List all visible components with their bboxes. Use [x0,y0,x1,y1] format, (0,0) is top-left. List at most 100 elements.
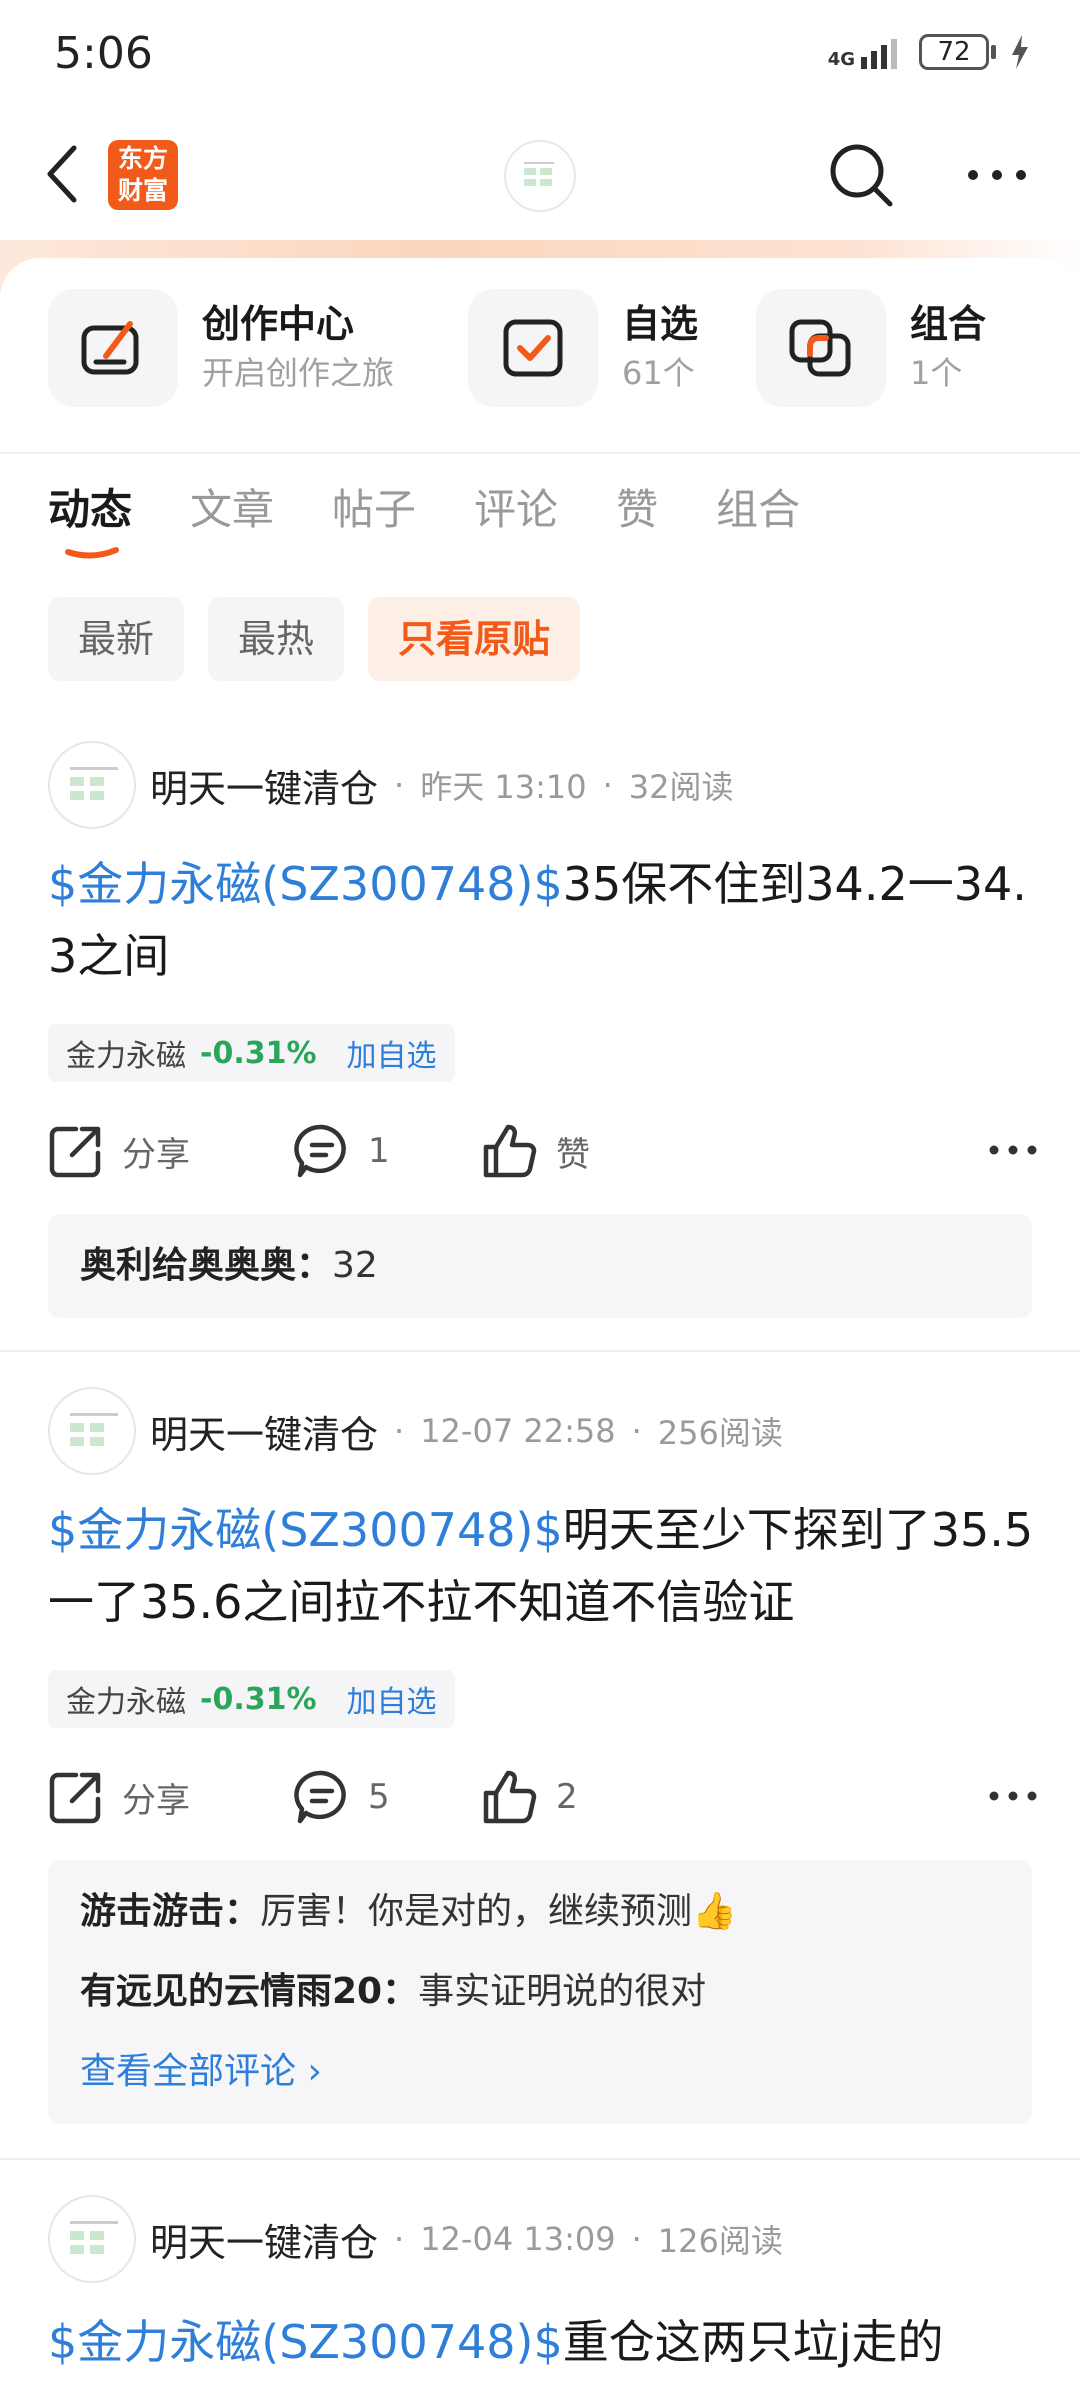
more-horizontal-icon [968,170,1026,180]
author-avatar[interactable] [48,1387,136,1475]
comment-count: 1 [368,1131,390,1171]
status-bar: 5:06 4G 72 [0,0,1080,110]
stock-tag[interactable]: 金力永磁 -0.31% 加自选 [48,1670,455,1728]
post-content[interactable]: $金力永磁(SZ300748)$35保不住到34.2一34.3之间 [48,848,1038,992]
share-label: 分享 [122,1780,190,1821]
filter-original-only[interactable]: 只看原贴 [368,597,581,681]
avatar-thumbnail-icon [524,162,554,186]
comment-preview[interactable]: 游击游击：厉害！你是对的，继续预测👍 有远见的云情雨20：事实证明说的很对 查看… [48,1860,1032,2124]
tab-posts[interactable]: 帖子 [332,480,416,560]
post-more-icon[interactable] [988,1788,1038,1804]
back-arrow-icon [47,145,77,203]
author-name[interactable]: 明天一键清仓 [150,758,378,813]
comment-user[interactable]: 有远见的云情雨20： [80,1971,418,2012]
filter-latest[interactable]: 最新 [48,597,185,681]
meta-separator: · [602,766,613,804]
comment-text: 厉害！你是对的，继续预测👍 [260,1891,737,1932]
share-button[interactable]: 分享 [48,1762,190,1832]
post-actions: 分享 1 赞 [48,1116,1038,1186]
portfolio-card[interactable]: 组合 1个 [756,288,986,408]
comment-text: 事实证明说的很对 [418,1971,707,2012]
search-icon [830,144,893,207]
view-all-comments-link[interactable]: 查看全部评论 › [80,2032,1000,2112]
user-avatar[interactable] [504,140,576,212]
like-count: 2 [556,1777,578,1817]
tab-dynamics[interactable]: 动态 [48,480,132,560]
tab-articles[interactable]: 文章 [190,480,274,560]
logo-line-2: 财富 [117,176,168,205]
charging-icon [1012,35,1028,69]
avatar-thumbnail-icon [70,1413,118,1446]
like-button[interactable]: 赞 [482,1116,590,1186]
read-count: 32阅读 [628,768,734,806]
post-text: 重仓这两只垃j走的 [562,2315,944,2369]
comment-user[interactable]: 奥利给奥奥奥： [80,1245,332,1286]
tab-portfolios[interactable]: 组合 [716,480,800,560]
read-count: 256阅读 [657,1414,783,1452]
quick-access-panel: 创作中心 开启创作之旅 自选 61个 组合 1个 [0,258,1080,454]
creator-center-card[interactable]: 创作中心 开启创作之旅 [48,288,394,408]
meta-separator: · [394,1412,405,1450]
checkbox-icon [503,319,563,377]
stock-name: 金力永磁 [66,1039,186,1074]
meta-separator: · [631,1412,642,1450]
thumbs-up-icon [483,1770,537,1824]
quick-card-title: 组合 [910,302,987,346]
status-icons: 4G 72 [828,34,1030,70]
comment-count: 5 [368,1777,390,1817]
more-menu-button[interactable] [964,150,1030,200]
comment-preview[interactable]: 奥利给奥奥奥：32 [48,1214,1032,1318]
stock-link[interactable]: $金力永磁(SZ300748)$ [48,857,563,911]
post-more-icon[interactable] [988,1142,1038,1158]
watchlist-card[interactable]: 自选 61个 [468,288,698,408]
stock-change: -0.31% [200,1681,317,1717]
avatar-thumbnail-icon [70,767,118,800]
active-tab-indicator [65,547,119,559]
tab-likes[interactable]: 赞 [616,480,658,560]
search-button[interactable] [826,140,896,210]
stock-link[interactable]: $金力永磁(SZ300748)$ [48,1503,563,1557]
author-name[interactable]: 明天一键清仓 [150,2212,378,2267]
tab-label: 动态 [48,485,133,534]
stock-tag[interactable]: 金力永磁 -0.31% 加自选 [48,1024,455,1082]
post-content[interactable]: $金力永磁(SZ300748)$明天至少下探到了35.5一了35.6之间拉不拉不… [48,1494,1038,1638]
quick-icon-box [468,289,598,407]
author-avatar[interactable] [48,741,136,829]
add-watchlist-button[interactable]: 加自选 [347,1031,437,1075]
content-tabs: 动态 文章 帖子 评论 赞 组合 [48,480,858,560]
post-divider [0,1350,1080,1352]
portfolio-icon [789,319,851,377]
comment-icon [294,1770,346,1824]
post-content[interactable]: $金力永磁(SZ300748)$重仓这两只垃j走的 [48,2306,1038,2378]
share-button[interactable]: 分享 [48,1116,190,1186]
share-label: 分享 [122,1134,190,1175]
comment-item: 奥利给奥奥奥：32 [80,1226,1000,1306]
edit-icon [81,321,139,375]
post-header: 明天一键清仓 · 昨天 13:10 · 32阅读 [48,740,734,830]
comment-user[interactable]: 游击游击： [80,1891,260,1932]
share-icon [49,1772,101,1824]
battery-indicator: 72 [919,34,989,70]
avatar-thumbnail-icon [70,2221,118,2254]
comment-button[interactable]: 1 [294,1116,390,1186]
quick-card-subtitle: 1个 [910,354,963,392]
add-watchlist-button[interactable]: 加自选 [347,1677,437,1721]
quick-card-title: 创作中心 [202,302,355,346]
stock-link[interactable]: $金力永磁(SZ300748)$ [48,2315,563,2369]
post-time: 12-07 22:58 [420,1412,616,1450]
back-button[interactable] [40,144,90,204]
tab-comments[interactable]: 评论 [474,480,558,560]
comment-icon [294,1124,346,1178]
post-time: 昨天 13:10 [420,768,587,806]
comment-button[interactable]: 5 [294,1762,390,1832]
quick-card-subtitle: 开启创作之旅 [202,354,395,392]
like-button[interactable]: 2 [482,1762,578,1832]
meta-separator: · [394,2220,405,2258]
author-avatar[interactable] [48,2195,136,2283]
author-name[interactable]: 明天一键清仓 [150,1404,378,1459]
meta-separator: · [394,766,405,804]
filter-hottest[interactable]: 最热 [208,597,345,681]
filter-chips: 最新 最热 只看原贴 [48,597,581,681]
top-nav: 东方 财富 [0,110,1080,240]
post-header: 明天一键清仓 · 12-07 22:58 · 256阅读 [48,1386,783,1476]
